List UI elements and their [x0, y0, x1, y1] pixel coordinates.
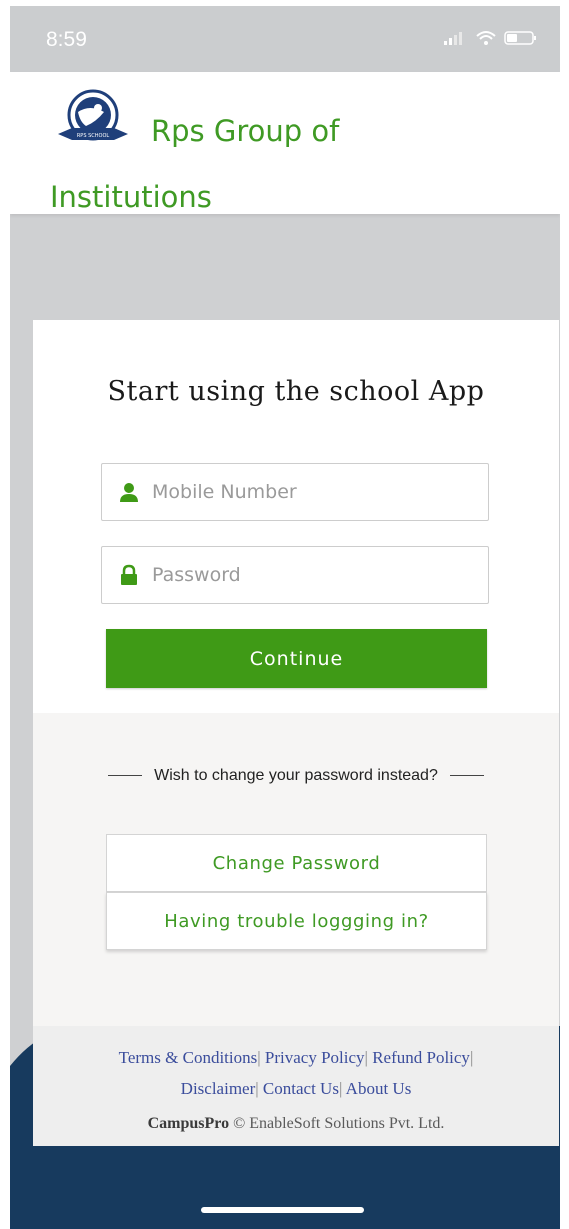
contact-link[interactable]: Contact Us — [263, 1079, 339, 1098]
change-password-button[interactable]: Change Password — [106, 834, 487, 892]
divider-line-right — [449, 775, 484, 777]
change-password-prompt: Wish to change your password instead? — [33, 767, 559, 785]
login-card: Start using the school App Continue Wish… — [33, 320, 559, 1146]
terms-link[interactable]: Terms & Conditions — [119, 1048, 258, 1067]
mobile-number-input[interactable] — [152, 481, 488, 503]
copyright-brand: CampusPro — [147, 1115, 230, 1132]
footer: Terms & Conditions| Privacy Policy| Refu… — [33, 1026, 559, 1146]
phone-screen: 8:59 RPS SCHOOL Rps Group of Institution… — [10, 6, 560, 1229]
status-bar: 8:59 — [10, 6, 560, 72]
signal-icon — [444, 32, 462, 45]
home-indicator[interactable] — [201, 1207, 364, 1213]
copyright-text: © EnableSoft Solutions Pvt. Ltd. — [233, 1115, 445, 1132]
status-icons — [442, 30, 538, 46]
app-header: RPS SCHOOL Rps Group of Institutions — [10, 72, 560, 214]
battery-icon — [504, 31, 536, 45]
user-icon — [120, 483, 138, 502]
continue-button[interactable]: Continue — [106, 629, 487, 688]
secondary-actions: Wish to change your password instead? Ch… — [33, 713, 559, 1146]
login-title: Start using the school App — [107, 376, 485, 407]
disclaimer-link[interactable]: Disclaimer — [181, 1079, 256, 1098]
mobile-number-field[interactable] — [101, 463, 489, 521]
about-link[interactable]: About Us — [346, 1079, 412, 1098]
refund-link[interactable]: Refund Policy — [372, 1048, 470, 1067]
password-field[interactable] — [101, 546, 489, 604]
divider-line-left — [108, 775, 143, 777]
status-time: 8:59 — [46, 28, 87, 51]
change-prompt-text: Wish to change your password instead? — [154, 767, 438, 784]
wifi-icon — [476, 31, 496, 45]
copyright: CampusPro © EnableSoft Solutions Pvt. Lt… — [33, 1115, 559, 1133]
privacy-link[interactable]: Privacy Policy — [265, 1048, 365, 1067]
footer-links: Terms & Conditions| Privacy Policy| Refu… — [118, 1048, 474, 1098]
password-input[interactable] — [152, 564, 488, 586]
brand-title: Rps Group of Institutions — [50, 114, 340, 214]
lock-icon — [121, 564, 137, 585]
login-trouble-button[interactable]: Having trouble loggging in? — [106, 892, 487, 950]
